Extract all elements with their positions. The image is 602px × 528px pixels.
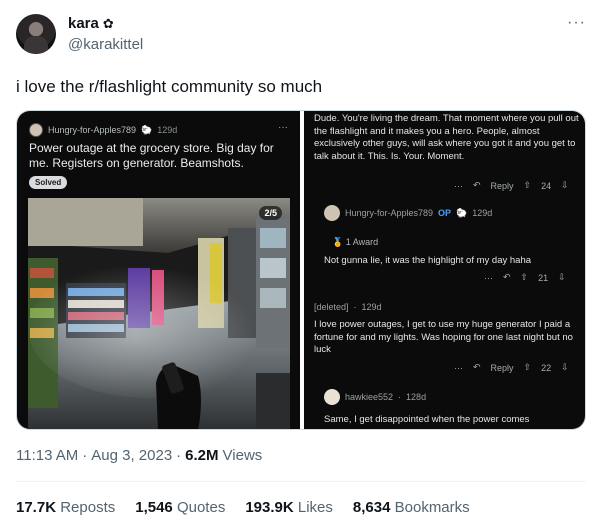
reply-label: Reply [490, 362, 514, 373]
comment-1-text: Dude. You're living the dream. That mome… [314, 113, 579, 162]
reply-icon: ↶ [473, 362, 481, 372]
more-icon: ··· [454, 180, 463, 191]
post-badge: 🐑 [141, 124, 153, 135]
comment-3-text: I love power outages, I get to use my hu… [314, 319, 573, 355]
vote-count: 22 [541, 362, 552, 373]
name-row: kara ✿ [68, 15, 114, 32]
downvote-icon: ⇩ [558, 272, 566, 282]
flower-icon: ✿ [102, 15, 114, 31]
upvote-icon: ⇧ [523, 180, 532, 190]
post-flair: Solved [29, 176, 68, 189]
tweet-media[interactable]: Hungry-for-Apples789 🐑 129d ··· Power ou… [16, 110, 586, 430]
upvote-icon: ⇧ [520, 272, 529, 282]
post-title: Power outage at the grocery store. Big d… [29, 141, 274, 170]
post-time: 129d [157, 125, 178, 135]
grocery-photo: 2/5 [28, 198, 290, 429]
comment-2-meta: Hungry-for-Apples789 OP 🐑 129d [324, 205, 492, 221]
quotes-stat[interactable]: 1,546 Quotes [135, 499, 225, 516]
comment-4-time: 128d [406, 392, 427, 402]
comment-3-time: 129d [361, 302, 382, 312]
reply-icon: ↶ [473, 180, 481, 190]
comment-2-user: Hungry-for-Apples789 [345, 208, 434, 218]
reddit-comments-screenshot: Dude. You're living the dream. That mome… [304, 111, 585, 429]
comment-3-actions: ··· ↶ Reply ⇧ 22 ⇩ [454, 362, 569, 373]
post-username: Hungry-for-Apples789 [48, 125, 137, 135]
reposts-stat[interactable]: 17.7K Reposts [16, 499, 115, 516]
tweet-header: kara ✿ @karakittel ··· [16, 14, 586, 58]
op-tag: OP [438, 208, 452, 218]
award-row: 🏅 1 Award [332, 237, 378, 248]
views-label: Views [222, 447, 263, 464]
comment-1-actions: ··· ↶ Reply ⇧ 24 ⇩ [454, 180, 569, 191]
handle[interactable]: @karakittel [68, 36, 143, 53]
comment-2-badge: 🐑 [456, 207, 468, 218]
more-icon: ··· [454, 362, 463, 373]
comment-2-avatar [324, 205, 340, 221]
display-name[interactable]: kara [68, 15, 99, 32]
photo-counter: 2/5 [259, 206, 282, 220]
divider [16, 481, 586, 482]
likes-stat[interactable]: 193.9K Likes [245, 499, 333, 516]
more-icon: ··· [484, 272, 493, 283]
comment-3-meta: [deleted] · 129d [314, 302, 382, 312]
timestamp-row: 11:13 AM · Aug 3, 2023 · 6.2M Views [16, 447, 263, 464]
post-date[interactable]: Aug 3, 2023 [91, 447, 172, 464]
post-author-row: Hungry-for-Apples789 🐑 129d [29, 123, 177, 137]
comment-4-text: Same, I get disappointed when the power … [324, 414, 530, 425]
more-options-icon[interactable]: ··· [567, 14, 586, 32]
post-time[interactable]: 11:13 AM [16, 447, 78, 464]
award-icon: 🏅 [332, 237, 344, 247]
comment-4-user: hawkiee552 [345, 392, 394, 402]
comment-3-user: [deleted] [314, 302, 349, 312]
comment-2-time: 129d [472, 208, 493, 218]
engagement-stats: 17.7K Reposts 1,546 Quotes 193.9K Likes … [16, 499, 470, 516]
bookmarks-stat[interactable]: 8,634 Bookmarks [353, 499, 470, 516]
reply-label: Reply [490, 180, 514, 191]
grocery-aisle-image [28, 198, 290, 429]
comment-4-avatar [324, 389, 340, 405]
reply-icon: ↶ [503, 272, 511, 282]
views-count: 6.2M [185, 447, 219, 464]
post-more-icon: ··· [278, 122, 288, 133]
avatar[interactable] [16, 14, 56, 54]
comment-4-meta: hawkiee552 · 128d [324, 389, 426, 405]
award-label: 1 Award [345, 237, 379, 247]
upvote-icon: ⇧ [523, 362, 532, 372]
downvote-icon: ⇩ [561, 362, 569, 372]
downvote-icon: ⇩ [561, 180, 569, 190]
vote-count: 24 [541, 180, 552, 191]
comment-2-text: Not gunna lie, it was the highlight of m… [324, 255, 532, 266]
reddit-post-screenshot: Hungry-for-Apples789 🐑 129d ··· Power ou… [17, 111, 300, 429]
tweet-text: i love the r/flashlight community so muc… [16, 77, 323, 96]
vote-count: 21 [538, 272, 549, 283]
comment-2-actions: ··· ↶ ⇧ 21 ⇩ [484, 272, 566, 283]
post-author-avatar [29, 123, 43, 137]
